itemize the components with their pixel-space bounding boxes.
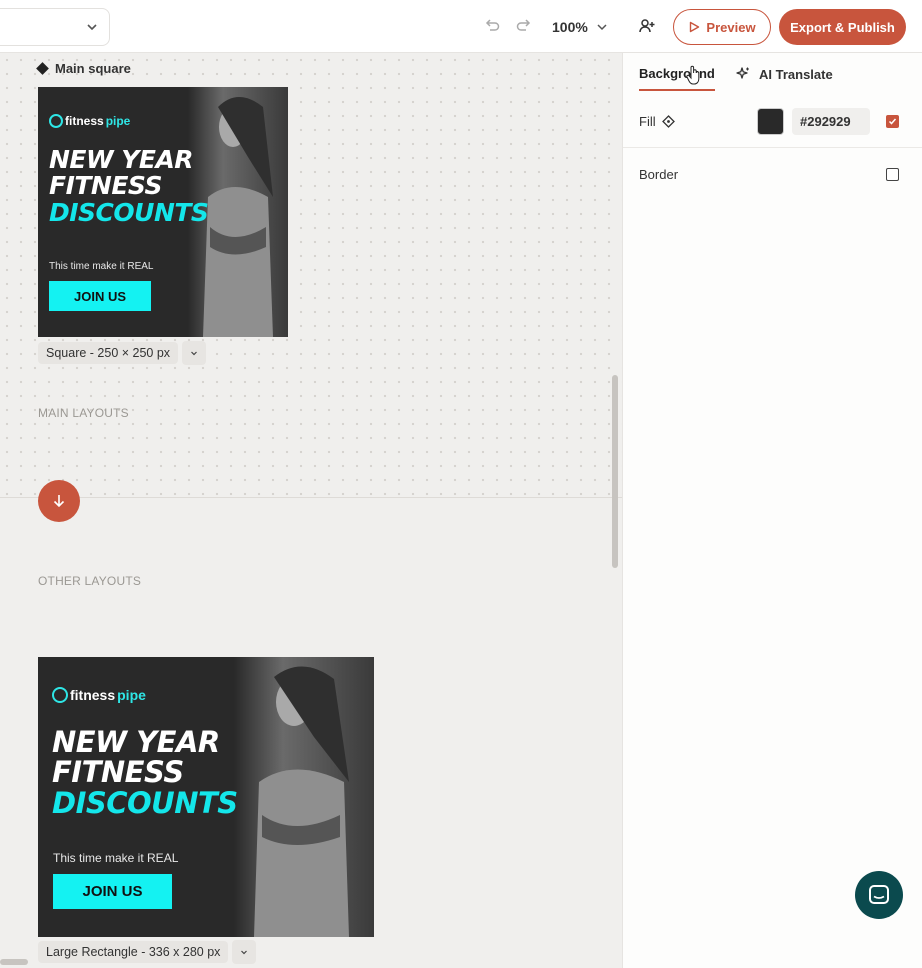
scroll-down-button[interactable] bbox=[38, 480, 80, 522]
headline-line-3: DISCOUNTS bbox=[52, 785, 238, 820]
fill-color-swatch[interactable] bbox=[757, 108, 784, 135]
logo-accent: pipe bbox=[117, 687, 146, 703]
document-dropdown[interactable] bbox=[0, 8, 110, 46]
preview-button[interactable]: Preview bbox=[673, 9, 771, 45]
border-label: Border bbox=[639, 167, 679, 182]
brand-logo: fitness pipe bbox=[52, 687, 146, 703]
arrow-down-icon bbox=[53, 495, 65, 508]
panel-separator bbox=[623, 147, 922, 148]
chevron-down-icon bbox=[87, 24, 97, 31]
main-size-selector[interactable]: Square - 250 × 250 px bbox=[38, 341, 207, 365]
headline-line-1: NEW YEAR bbox=[52, 725, 220, 759]
join-us-button[interactable]: JOIN US bbox=[53, 874, 172, 909]
headline-line-2: FITNESS bbox=[49, 171, 163, 201]
headline: NEW YEAR FITNESS DISCOUNTS bbox=[52, 725, 238, 820]
tagline: This time make it REAL bbox=[49, 261, 154, 272]
logo-text: fitness bbox=[70, 687, 116, 703]
horizontal-scrollbar[interactable] bbox=[0, 959, 28, 965]
top-bar: 100% Preview Export & Publish bbox=[0, 0, 922, 53]
fill-enabled-checkbox[interactable] bbox=[886, 115, 899, 128]
export-publish-button[interactable]: Export & Publish bbox=[779, 9, 906, 45]
large-size-label: Large Rectangle - 336 x 280 px bbox=[38, 941, 229, 963]
main-layouts-label: MAIN LAYOUTS bbox=[38, 406, 129, 420]
logo-mark-icon bbox=[49, 114, 63, 128]
headline-line-3: DISCOUNTS bbox=[49, 197, 209, 227]
logo-text: fitness bbox=[65, 114, 104, 128]
frame-title-label: Main square bbox=[55, 61, 131, 76]
tab-ai-label: AI Translate bbox=[759, 66, 833, 82]
headline-line-1: NEW YEAR bbox=[49, 145, 194, 174]
properties-panel: Background AI Translate Fill #292929 Bor… bbox=[622, 53, 922, 968]
large-size-selector[interactable]: Large Rectangle - 336 x 280 px bbox=[38, 940, 257, 964]
headline-line-2: FITNESS bbox=[52, 755, 184, 790]
chat-support-button[interactable] bbox=[855, 871, 903, 919]
brand-logo: fitness pipe bbox=[49, 114, 130, 128]
preview-label: Preview bbox=[706, 19, 756, 35]
logo-mark-icon bbox=[52, 687, 68, 703]
border-enabled-checkbox[interactable] bbox=[886, 168, 899, 181]
redo-icon[interactable] bbox=[515, 17, 533, 35]
component-icon bbox=[36, 62, 49, 75]
vertical-scrollbar[interactable] bbox=[612, 375, 618, 568]
main-square-banner[interactable]: fitness pipe NEW YEAR FITNESS DISCOUNTS T… bbox=[38, 87, 288, 337]
fill-row: Fill bbox=[639, 114, 675, 129]
chat-icon bbox=[869, 885, 889, 904]
tagline: This time make it REAL bbox=[53, 851, 179, 865]
play-icon bbox=[690, 21, 700, 33]
border-row: Border bbox=[639, 167, 678, 182]
undo-icon[interactable] bbox=[483, 17, 501, 35]
large-rectangle-banner[interactable]: fitness pipe NEW YEAR FITNESS DISCOUNTS T… bbox=[38, 657, 374, 937]
tab-ai-translate[interactable]: AI Translate bbox=[735, 66, 833, 82]
add-user-icon[interactable] bbox=[638, 17, 656, 35]
main-size-label: Square - 250 × 250 px bbox=[38, 342, 179, 364]
frame-title[interactable]: Main square bbox=[36, 61, 131, 76]
tab-background-label: Background bbox=[639, 66, 715, 81]
checkmark-icon bbox=[888, 118, 897, 125]
hand-cursor-icon bbox=[686, 65, 700, 85]
other-layouts-label: OTHER LAYOUTS bbox=[38, 574, 142, 588]
sparkle-icon bbox=[736, 67, 749, 79]
model-photo bbox=[234, 657, 374, 937]
fill-hex-input[interactable]: #292929 bbox=[792, 108, 870, 135]
join-us-button[interactable]: JOIN US bbox=[49, 281, 151, 311]
tab-background[interactable]: Background bbox=[639, 66, 715, 91]
fill-variable-icon[interactable] bbox=[661, 115, 675, 128]
logo-accent: pipe bbox=[105, 114, 131, 128]
zoom-label: 100% bbox=[552, 19, 588, 35]
chevron-down-icon bbox=[597, 24, 607, 31]
canvas[interactable]: Main square fitness pipe NEW YEAR FITNESS… bbox=[0, 53, 622, 968]
canvas-divider bbox=[0, 497, 622, 498]
headline: NEW YEAR FITNESS DISCOUNTS bbox=[49, 145, 209, 227]
chevron-down-icon[interactable] bbox=[182, 341, 207, 365]
fill-label: Fill bbox=[639, 114, 656, 129]
zoom-select[interactable]: 100% bbox=[552, 14, 608, 40]
chevron-down-icon[interactable] bbox=[232, 940, 257, 964]
